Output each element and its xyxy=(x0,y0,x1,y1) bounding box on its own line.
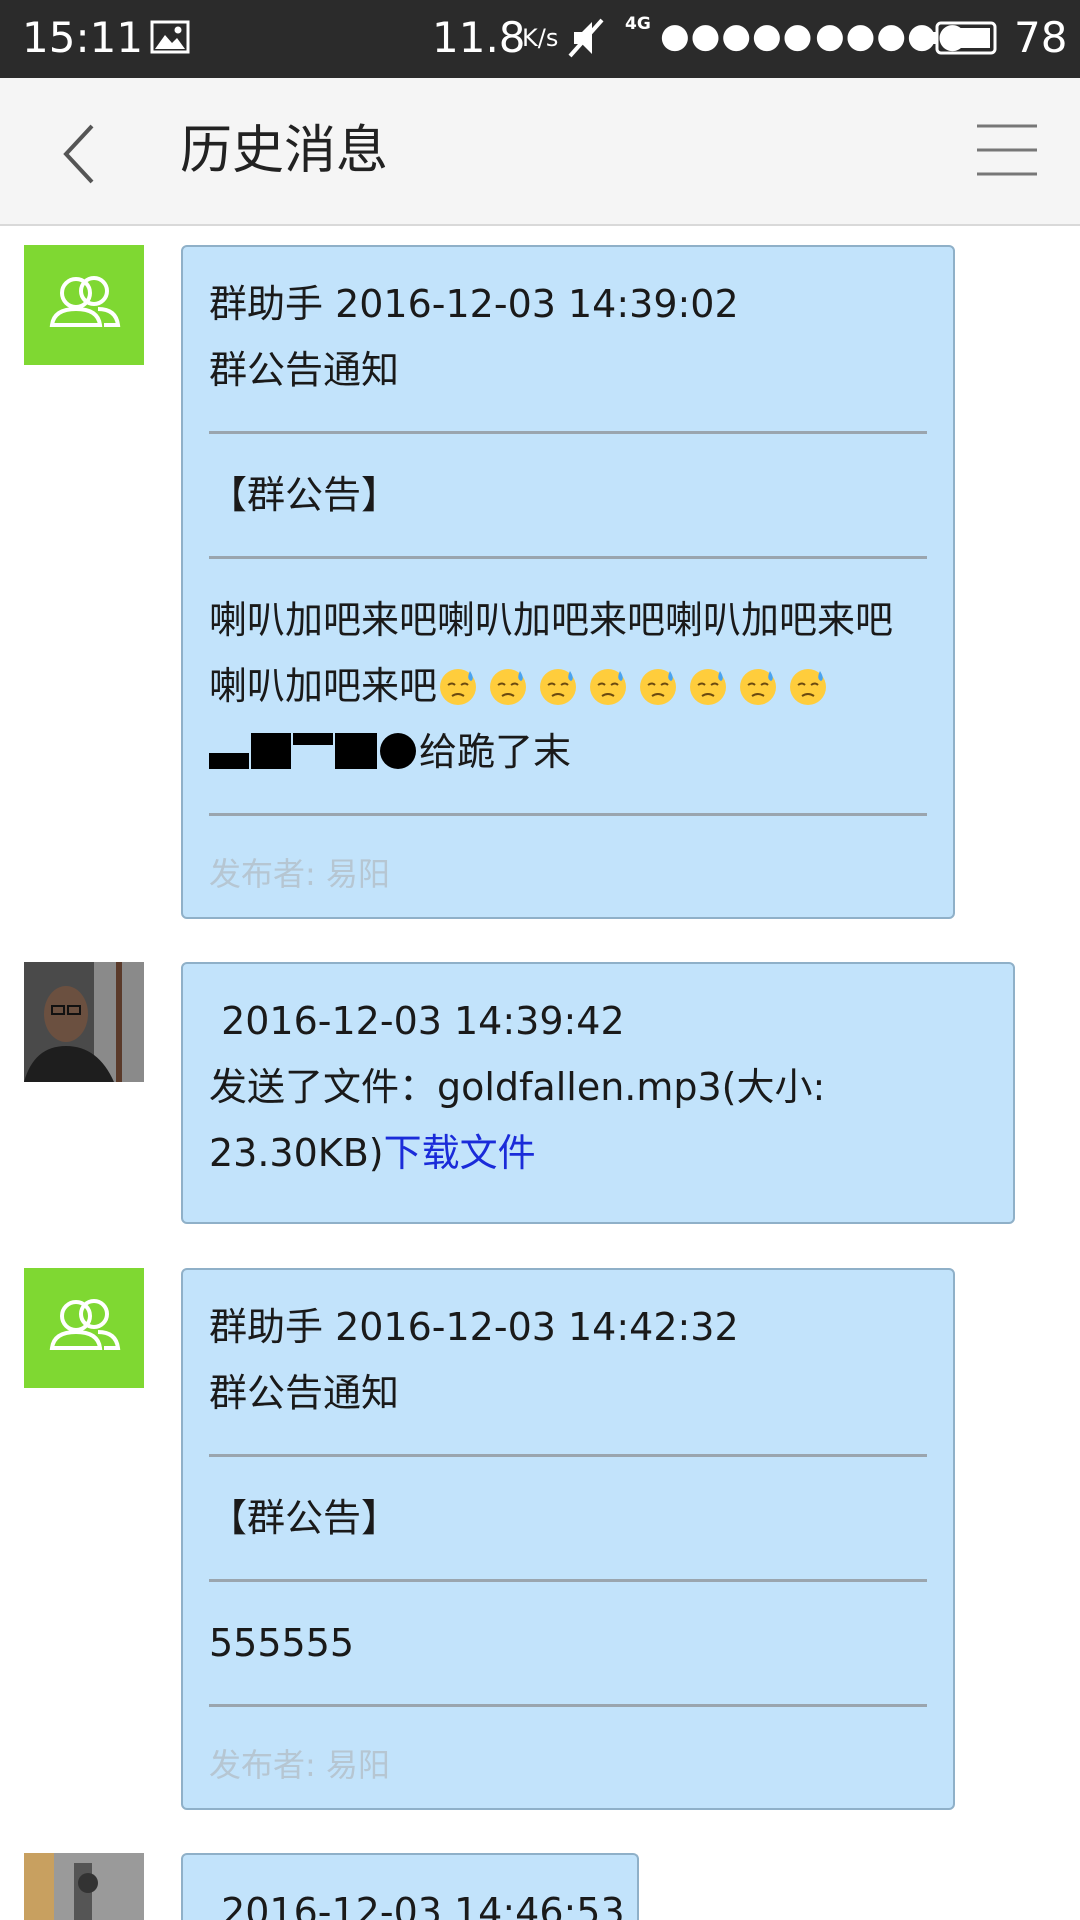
sweat-face-emoji xyxy=(640,669,677,705)
sender-timestamp: 群助手 2016-12-03 14:42:32 xyxy=(209,1305,739,1349)
publisher-label: 发布者: 易阳 xyxy=(209,855,390,893)
net-speed: 11.8 xyxy=(432,13,526,62)
announcement-body: 555555 xyxy=(209,1621,355,1665)
divider xyxy=(209,431,927,434)
net-speed-unit: K/s xyxy=(522,24,559,52)
sweat-face-emoji xyxy=(740,669,777,705)
top-nav-bar: 历史消息 xyxy=(0,78,1080,226)
avatar[interactable] xyxy=(24,1853,144,1920)
announcement-body: 喇叭加吧来吧喇叭加吧来吧喇叭加吧来吧喇叭加吧来吧 给跪了末 xyxy=(209,587,927,785)
message-timestamp: 2016-12-03 14:46:53 xyxy=(209,1890,625,1920)
block-symbols-icon xyxy=(209,733,416,769)
battery-icon xyxy=(932,21,997,55)
divider xyxy=(209,813,927,816)
avatar[interactable] xyxy=(24,1268,144,1388)
user-photo-icon xyxy=(24,962,144,1082)
announcement-text-tail: 给跪了末 xyxy=(419,730,572,774)
group-people-icon xyxy=(49,1299,121,1350)
file-size: 23.30KB) xyxy=(209,1131,384,1175)
sweat-face-emoji xyxy=(590,669,627,705)
divider xyxy=(209,1454,927,1457)
sweat-face-emoji xyxy=(790,669,827,705)
back-arrow-icon[interactable] xyxy=(50,116,110,192)
user-photo-icon xyxy=(24,1853,144,1920)
file-info: 发送了文件：goldfallen.mp3(大小: xyxy=(209,1065,826,1109)
download-file-link[interactable]: 下载文件 xyxy=(384,1131,536,1175)
message-subtitle: 群公告通知 xyxy=(209,1371,400,1415)
sweat-face-emoji xyxy=(540,669,577,705)
avatar[interactable] xyxy=(24,962,144,1082)
mute-icon xyxy=(568,18,604,58)
status-bar: 15:11 11.8 K/s 4G ●●●●● ●●●●● 78 xyxy=(0,0,1080,78)
group-people-icon xyxy=(49,276,121,327)
publisher-label: 发布者: 易阳 xyxy=(209,1746,390,1784)
file-size-row: 23.30KB)下载文件 xyxy=(209,1120,987,1186)
status-time: 15:11 xyxy=(22,13,144,62)
divider xyxy=(209,556,927,559)
divider xyxy=(209,1704,927,1707)
message-bubble: 2016-12-03 14:39:42 发送了文件：goldfallen.mp3… xyxy=(181,962,1015,1224)
message-bubble: 群助手 2016-12-03 14:39:02 群公告通知 【群公告】 喇叭加吧… xyxy=(181,245,955,919)
message-bubble: 群助手 2016-12-03 14:42:32 群公告通知 【群公告】 5555… xyxy=(181,1268,955,1810)
divider xyxy=(209,1579,927,1582)
menu-icon[interactable] xyxy=(975,118,1039,182)
battery-level: 78 xyxy=(1014,13,1068,62)
message-subtitle: 群公告通知 xyxy=(209,348,400,392)
sender-timestamp: 群助手 2016-12-03 14:39:02 xyxy=(209,282,739,326)
message-bubble: 2016-12-03 14:46:53 xyxy=(181,1853,639,1920)
network-type: 4G xyxy=(625,14,651,34)
avatar[interactable] xyxy=(24,245,144,365)
sweat-face-emoji xyxy=(490,669,527,705)
announcement-heading: 【群公告】 xyxy=(209,1496,400,1540)
signal-strength-1: ●●●●● xyxy=(660,16,814,56)
page-title: 历史消息 xyxy=(180,121,389,181)
message-timestamp: 2016-12-03 14:39:42 xyxy=(209,999,625,1043)
image-notification-icon xyxy=(150,20,190,54)
announcement-heading: 【群公告】 xyxy=(209,473,400,517)
sweat-face-emoji xyxy=(690,669,727,705)
sweat-face-emoji xyxy=(440,669,477,705)
